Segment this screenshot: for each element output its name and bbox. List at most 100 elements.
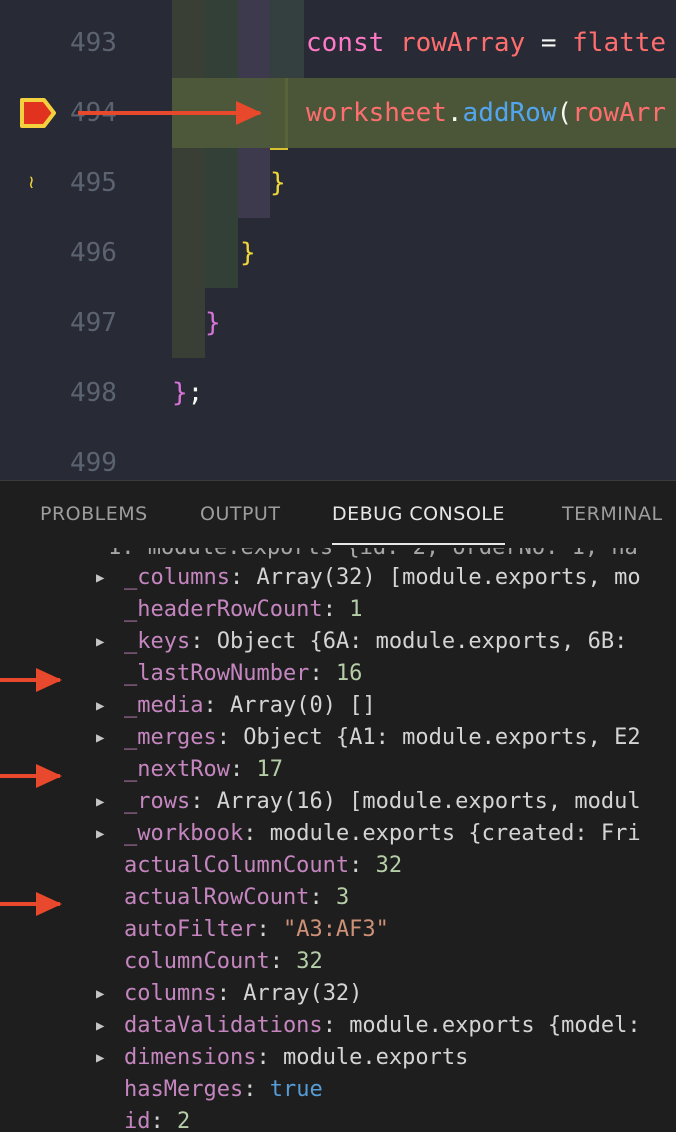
console-row: _headerRowCount: 1 — [0, 594, 676, 626]
expand-chevron-icon[interactable]: ▶ — [96, 626, 104, 658]
console-row[interactable]: ▶ dataValidations: module.exports {model: — [0, 1010, 676, 1042]
expand-chevron-icon[interactable]: ▶ — [96, 722, 104, 754]
expand-chevron-icon[interactable]: ▶ — [96, 1042, 104, 1074]
property-value: Object {A1: module.exports, E2 — [243, 725, 641, 750]
debug-console-output[interactable]: 1: module.exports {id: 2, orderNo: 1, na… — [0, 548, 676, 1132]
tab-output[interactable]: OUTPUT — [200, 503, 280, 525]
property-separator: : — [243, 1077, 270, 1102]
console-row-content: hasMerges: true — [124, 1074, 323, 1106]
console-row: _lastRowNumber: 16 — [0, 658, 676, 690]
console-row[interactable]: ▶ _merges: Object {A1: module.exports, E2 — [0, 722, 676, 754]
property-key: actualRowCount — [124, 885, 310, 910]
property-separator: : — [216, 981, 244, 1006]
tab-problems[interactable]: PROBLEMS — [40, 503, 148, 525]
property-separator: : — [322, 597, 350, 622]
property-value: Object {6A: module.exports, 6B: — [216, 629, 628, 654]
console-row-content: _rows: Array(16) [module.exports, modul — [124, 786, 641, 818]
console-row-content: _workbook: module.exports {created: Fri — [124, 818, 641, 850]
code-line[interactable]: 497} — [0, 288, 676, 358]
console-row[interactable]: ▶ _rows: Array(16) [module.exports, modul — [0, 786, 676, 818]
property-separator: : — [229, 757, 257, 782]
code-token: } — [172, 378, 188, 408]
line-number: 496 — [70, 238, 117, 268]
code-line[interactable]: 493 const rowArray = flatte — [0, 8, 676, 78]
expand-chevron-icon[interactable]: ▶ — [96, 1010, 104, 1042]
property-key: _media — [124, 693, 204, 718]
console-row: hasMerges: true — [0, 1074, 676, 1106]
property-key: _nextRow — [124, 757, 230, 782]
console-row[interactable]: ▶ _media: Array(0) [] — [0, 690, 676, 722]
property-key: _headerRowCount — [124, 597, 323, 622]
breakpoint-icon[interactable] — [20, 96, 56, 130]
property-key: _merges — [124, 725, 217, 750]
property-separator: : — [190, 629, 217, 654]
code-token: worksheet — [306, 98, 447, 128]
code-line[interactable]: 499 — [0, 428, 676, 480]
annotation-arrow — [78, 101, 262, 125]
console-row[interactable]: ▶ columns: Array(32) — [0, 978, 676, 1010]
property-value: 1 — [349, 597, 363, 622]
property-key: _rows — [124, 789, 191, 814]
console-row-content: actualRowCount: 3 — [124, 882, 349, 914]
annotation-arrow — [0, 892, 62, 916]
property-key: dataValidations — [124, 1013, 323, 1038]
property-value: 32 — [375, 853, 403, 878]
property-key: autoFilter — [124, 917, 257, 942]
tab-debug-console[interactable]: DEBUG CONSOLE — [332, 503, 505, 545]
property-value: 32 — [296, 949, 323, 974]
property-value: Array(32) — [243, 981, 363, 1006]
property-key: columnCount — [124, 949, 270, 974]
code-line[interactable]: 498}; — [0, 358, 676, 428]
console-row-content: _headerRowCount: 1 — [124, 594, 362, 626]
property-key: _workbook — [124, 821, 244, 846]
line-number: 493 — [70, 28, 117, 58]
code-token: } — [240, 238, 256, 268]
console-row[interactable]: ▶ dimensions: module.exports — [0, 1042, 676, 1074]
property-value: Array(16) [module.exports, modul — [216, 789, 641, 814]
line-number: 497 — [70, 308, 117, 338]
code-line[interactable]: 496} — [0, 218, 676, 288]
expand-chevron-icon[interactable]: ▶ — [96, 978, 104, 1010]
code-token: } — [270, 168, 286, 198]
expand-chevron-icon[interactable]: ▶ — [96, 690, 104, 722]
console-row: columnCount: 32 — [0, 946, 676, 978]
code-token: rowArray — [399, 28, 526, 58]
annotation-arrow — [0, 668, 62, 692]
property-value: 16 — [335, 661, 363, 686]
code-text: } — [240, 218, 256, 288]
property-separator: : — [322, 1013, 350, 1038]
property-separator: : — [150, 1109, 177, 1132]
console-row[interactable]: ▶ _columns: Array(32) [module.exports, mo — [0, 562, 676, 594]
console-row: actualRowCount: 3 — [0, 882, 676, 914]
property-separator: : — [309, 885, 336, 910]
console-row-content: columns: Array(32) — [124, 978, 362, 1010]
property-separator: : — [190, 789, 217, 814]
property-key: _keys — [124, 629, 191, 654]
console-row-content: _media: Array(0) [] — [124, 690, 376, 722]
console-row[interactable]: ▶ _workbook: module.exports {created: Fri — [0, 818, 676, 850]
property-separator: : — [309, 661, 336, 686]
code-editor[interactable]: 493 const rowArray = flatte 494 worksheet.a… — [0, 0, 676, 480]
property-value: "A3:AF3" — [282, 917, 389, 942]
expand-chevron-icon[interactable]: ▶ — [96, 818, 104, 850]
panel-tabbar: PROBLEMS OUTPUT DEBUG CONSOLE TERMINAL — [0, 480, 676, 548]
code-line[interactable]: 495} — [0, 148, 676, 218]
code-text: worksheet.addRow(rowArr — [306, 78, 666, 148]
console-row: id: 2 — [0, 1106, 676, 1132]
console-row-content: columnCount: 32 — [124, 946, 323, 978]
expand-chevron-icon[interactable]: ▶ — [96, 786, 104, 818]
code-token: rowArr — [572, 98, 667, 128]
tab-terminal[interactable]: TERMINAL — [562, 503, 663, 525]
expand-chevron-icon[interactable]: ▶ — [96, 562, 104, 594]
property-value: 17 — [256, 757, 283, 782]
line-number: 498 — [70, 378, 117, 408]
console-row-content: autoFilter: "A3:AF3" — [124, 914, 389, 946]
property-separator: : — [256, 1045, 283, 1070]
console-row-content: _keys: Object {6A: module.exports, 6B: — [124, 626, 627, 658]
property-key: _lastRowNumber — [124, 661, 310, 686]
property-key: columns — [124, 981, 217, 1006]
property-key: _columns — [124, 565, 230, 590]
property-value: Array(32) [module.exports, mo — [256, 565, 641, 590]
console-row-content: id: 2 — [124, 1106, 190, 1132]
console-row[interactable]: ▶ _keys: Object {6A: module.exports, 6B: — [0, 626, 676, 658]
